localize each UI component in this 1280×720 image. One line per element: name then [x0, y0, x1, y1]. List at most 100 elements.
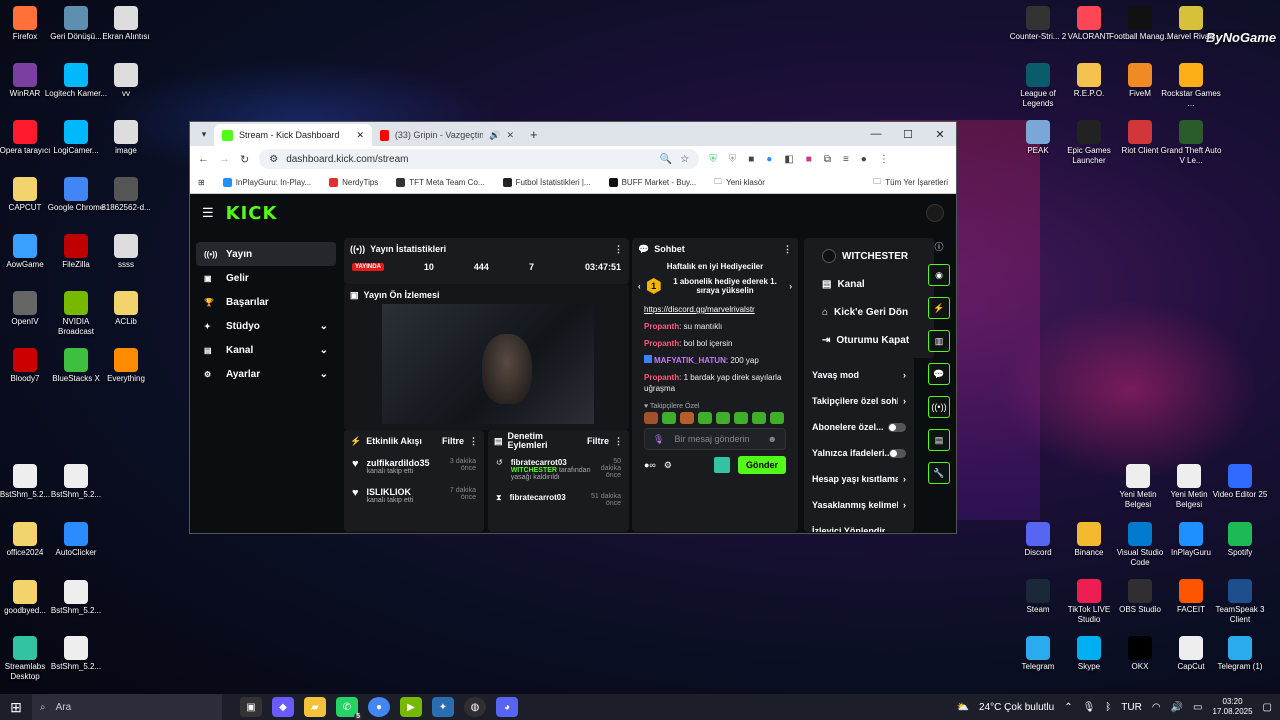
stream-preview-video[interactable]	[382, 304, 594, 424]
chevron-down-icon[interactable]: ⌄	[320, 369, 328, 380]
chat-setting[interactable]: Yavaş mod ›	[804, 362, 914, 388]
panel-menu-icon[interactable]: ⋮	[614, 436, 623, 447]
chevron-right-icon[interactable]: ›	[903, 474, 906, 484]
nvidia-icon[interactable]: ▶	[400, 697, 422, 717]
desktop-icon[interactable]: BstShm_5.2...	[44, 580, 108, 616]
desktop-icon[interactable]: Video Editor 25	[1208, 464, 1272, 500]
bookmark[interactable]: TFT Meta Team Co...	[396, 178, 485, 187]
desktop-icon[interactable]: ssss	[94, 234, 158, 270]
taskbar-search[interactable]: ⌕ Ara	[32, 694, 222, 720]
kick-emote-icon[interactable]	[713, 457, 730, 473]
follower-name[interactable]: zulfikardildo35	[367, 458, 430, 468]
send-button[interactable]: Gönder	[737, 456, 786, 474]
filter-button[interactable]: Filtre	[442, 436, 464, 446]
app-icon[interactable]: ✦	[432, 697, 454, 717]
apps-grid-icon[interactable]: ⊞	[198, 178, 205, 187]
emote[interactable]	[698, 412, 712, 424]
sidebar-item[interactable]: ▣ Gelir	[196, 266, 336, 290]
copilot-icon[interactable]: ◆	[272, 697, 294, 717]
tab-youtube[interactable]: (33) Gripin - Vazgeçtim Ben 🔊 ✕	[372, 124, 522, 146]
mic-icon[interactable]: 🎙	[653, 434, 664, 445]
language-indicator[interactable]: TUR	[1121, 702, 1142, 713]
desktop-icon[interactable]: ACLib	[94, 291, 158, 327]
bookmark[interactable]: NerdyTips	[329, 178, 378, 187]
desktop-icon[interactable]: Spotify	[1208, 522, 1272, 558]
menu-item-channel[interactable]: ▤ Kanal	[812, 270, 934, 298]
chat-setting[interactable]: İzleyici Yönlendir	[804, 518, 914, 532]
hamburger-menu-icon[interactable]: ☰	[202, 205, 214, 221]
desktop-icon[interactable]: Ekran Alıntısı	[94, 6, 158, 42]
desktop-icon[interactable]: Everything	[94, 348, 158, 384]
menu-item-logout[interactable]: ⇥ Oturumu Kapat	[812, 326, 934, 354]
emote[interactable]	[770, 412, 784, 424]
close-window-icon[interactable]: ✕	[924, 128, 956, 141]
site-info-icon[interactable]: ⚙	[269, 154, 278, 165]
task-view-icon[interactable]: ▣	[240, 697, 262, 717]
emote[interactable]	[662, 412, 676, 424]
desktop-icon[interactable]: AutoClicker	[44, 522, 108, 558]
tab-kick-dashboard[interactable]: Stream - Kick Dashboard ✕	[214, 124, 372, 146]
chevron-right-icon[interactable]: ›	[903, 396, 906, 406]
info-icon[interactable]: ⓘ	[928, 240, 950, 253]
bookmark[interactable]: Futbol İstatistikleri |...	[502, 178, 591, 187]
panel-menu-icon[interactable]: ⋮	[614, 244, 623, 255]
follower-name[interactable]: ISLIKLIOK	[367, 487, 414, 497]
back-icon[interactable]: ←	[198, 153, 209, 165]
prev-arrow-icon[interactable]: ‹	[638, 282, 641, 291]
chevron-right-icon[interactable]: ›	[903, 500, 906, 510]
chevron-down-icon[interactable]: ⌄	[320, 345, 328, 356]
bookmark-star-icon[interactable]: ☆	[680, 154, 689, 165]
desktop-icon[interactable]: BstShm_5.2...	[44, 636, 108, 672]
close-tab-icon[interactable]: ✕	[356, 130, 364, 141]
chat-setting[interactable]: Abonelere özel...	[804, 414, 914, 440]
desktop-icon[interactable]: Marvel Rivals	[1159, 6, 1223, 42]
desktop-icon[interactable]: 81862562-d...	[94, 177, 158, 213]
extension-icon[interactable]: ■	[806, 154, 812, 165]
kick-logo[interactable]: KICK	[226, 203, 278, 224]
chat-setting[interactable]: Yasaklanmış kelimele ›	[804, 492, 914, 518]
shield-extension-icon[interactable]: ⛨	[709, 154, 717, 165]
notifications-icon[interactable]: ▢	[1263, 702, 1272, 713]
points-icon[interactable]: ●∞	[644, 460, 656, 470]
menu-item-back-to-kick[interactable]: ⌂ Kick'e Geri Dön	[812, 298, 934, 326]
desktop-icon[interactable]: Grand Theft Auto V Le...	[1159, 120, 1223, 166]
emote[interactable]	[680, 412, 694, 424]
volume-icon[interactable]: 🔊	[1171, 702, 1183, 713]
sidebar-item[interactable]: ⚙ Ayarlar ⌄	[196, 362, 336, 386]
tab-list-chevron-icon[interactable]: ▾	[194, 129, 214, 140]
user-avatar[interactable]	[926, 204, 944, 222]
battery-icon[interactable]: ▭	[1193, 702, 1202, 713]
chat-setting[interactable]: Yalnızca ifadeleri...	[804, 440, 914, 466]
toggle-switch[interactable]	[888, 448, 906, 458]
sidebar-item[interactable]: 🏆 Başarılar	[196, 290, 336, 314]
extension-icon[interactable]: ●	[766, 154, 772, 165]
tool-button[interactable]: ▤	[928, 429, 950, 451]
chat-input-field[interactable]: 🎙 Bir mesaj gönderin ☻	[644, 428, 786, 450]
reload-icon[interactable]: ↻	[240, 153, 249, 166]
desktop-icon[interactable]: Telegram (1)	[1208, 636, 1272, 672]
bookmark[interactable]: InPlayGuru: In-Play...	[222, 178, 311, 187]
tool-button[interactable]: ◉	[928, 264, 950, 286]
whatsapp-icon[interactable]: ✆ 5	[336, 697, 362, 720]
desktop-icon[interactable]: TeamSpeak 3 Client	[1208, 579, 1272, 625]
url-field[interactable]: ⚙ dashboard.kick.com/stream 🔍 ☆	[259, 149, 700, 169]
tray-chevron-icon[interactable]: ⌃	[1064, 702, 1072, 713]
weather-text[interactable]: 24°C Çok bulutlu	[979, 702, 1054, 713]
obs-icon[interactable]: ◍	[464, 697, 486, 717]
desktop-icon[interactable]: vv	[94, 63, 158, 99]
sidebar-item[interactable]: ✦ Stüdyo ⌄	[196, 314, 336, 338]
tool-button[interactable]: ▥	[928, 330, 950, 352]
emoji-icon[interactable]: ☻	[768, 434, 777, 444]
panel-menu-icon[interactable]: ⋮	[783, 244, 792, 255]
puzzle-icon[interactable]: ⧉	[824, 154, 831, 165]
chevron-right-icon[interactable]: ›	[903, 370, 906, 380]
discord-link[interactable]: https://discord.gg/marvelrivalstr	[644, 305, 755, 314]
close-tab-icon[interactable]: ✕	[506, 130, 514, 141]
windows-start-icon[interactable]: ⊞	[0, 699, 32, 716]
minimize-icon[interactable]: —	[860, 128, 892, 140]
tool-button[interactable]: 🔧	[928, 462, 950, 484]
tool-button[interactable]: ⚡	[928, 297, 950, 319]
emote[interactable]	[752, 412, 766, 424]
desktop-icon[interactable]: Rockstar Games ...	[1159, 63, 1223, 109]
tool-button[interactable]: 💬	[928, 363, 950, 385]
